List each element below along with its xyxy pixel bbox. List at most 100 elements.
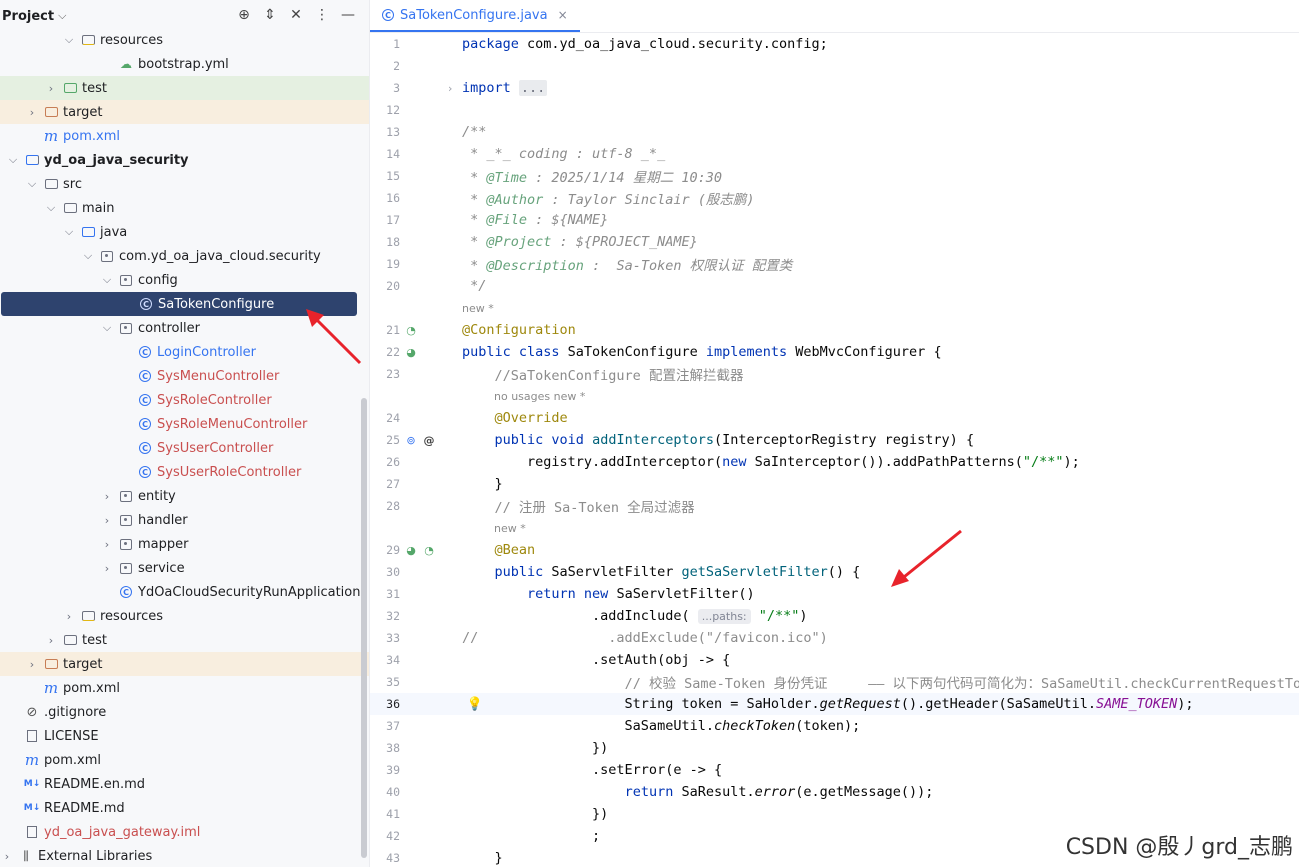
code-line[interactable]: 20 */: [370, 275, 1299, 297]
code-text[interactable]: .addInclude( ...paths: "/**"): [462, 608, 808, 624]
code-text[interactable]: }: [462, 476, 503, 492]
tree-item-yd-oa-java-gateway-iml[interactable]: yd_oa_java_gateway.iml: [0, 820, 369, 844]
code-text[interactable]: @Override: [462, 410, 568, 426]
chevron-right-icon[interactable]: ›: [100, 490, 114, 503]
code-text[interactable]: public SaServletFilter getSaServletFilte…: [462, 564, 861, 580]
code-text[interactable]: * @File : ${NAME}: [462, 212, 608, 228]
code-line[interactable]: 29 ◕ ◔ @Bean: [370, 539, 1299, 561]
inlay-hint-row[interactable]: no usages new *: [370, 385, 1299, 407]
code-line[interactable]: 33 // .addExclude("/favicon.ico"): [370, 627, 1299, 649]
inlay-hint-row[interactable]: new *: [370, 517, 1299, 539]
code-text[interactable]: public class SaTokenConfigure implements…: [462, 344, 942, 360]
code-text[interactable]: return new SaServletFilter(): [462, 586, 755, 602]
chevron-down-icon[interactable]: ⌵: [62, 225, 76, 239]
tree-item-java[interactable]: ⌵ java: [0, 220, 369, 244]
code-text[interactable]: * @Project : ${PROJECT_NAME}: [462, 234, 698, 250]
tree-item-src[interactable]: ⌵ src: [0, 172, 369, 196]
code-line[interactable]: 37 SaSameUtil.checkToken(token);: [370, 715, 1299, 737]
code-line[interactable]: 41 }): [370, 803, 1299, 825]
chevron-down-icon[interactable]: ⌵: [62, 33, 76, 47]
code-text[interactable]: .setAuth(obj -> {: [462, 652, 730, 668]
code-line[interactable]: 40 return SaResult.error(e.getMessage())…: [370, 781, 1299, 803]
chevron-down-icon[interactable]: ⌵: [6, 153, 20, 167]
code-line[interactable]: 39 .setError(e -> {: [370, 759, 1299, 781]
code-text[interactable]: * @Author : Taylor Sinclair (殷志鹏): [462, 188, 754, 208]
tree-item-entity[interactable]: › entity: [0, 484, 369, 508]
code-text[interactable]: * @Time : 2025/1/14 星期二 10:30: [462, 166, 722, 186]
tree-item-pom-xml[interactable]: m pom.xml: [0, 124, 369, 148]
code-line[interactable]: 32 .addInclude( ...paths: "/**"): [370, 605, 1299, 627]
spring-bean-icon[interactable]: ◔: [404, 323, 418, 337]
chevron-right-icon[interactable]: ›: [0, 850, 14, 863]
tree-item-service[interactable]: › service: [0, 556, 369, 580]
tree-item-config[interactable]: ⌵ config: [0, 268, 369, 292]
chevron-right-icon[interactable]: ›: [62, 610, 76, 623]
fold-chevron-icon[interactable]: ›: [448, 82, 452, 95]
inlay-hint-row[interactable]: new *: [370, 297, 1299, 319]
code-line[interactable]: 15 * @Time : 2025/1/14 星期二 10:30: [370, 165, 1299, 187]
code-text[interactable]: }: [462, 850, 503, 866]
code-text[interactable]: @Configuration: [462, 322, 576, 338]
spring-bean-icon[interactable]: ◔: [422, 543, 436, 557]
tree-item-sysusercontroller[interactable]: C SysUserController: [0, 436, 369, 460]
code-text[interactable]: import ...: [462, 80, 548, 96]
crosshair-icon[interactable]: ⊕: [235, 6, 253, 24]
chevron-down-icon[interactable]: ⌵: [100, 321, 114, 335]
code-text[interactable]: ;: [462, 828, 600, 844]
code-line[interactable]: 25 ⊚ @ public void addInterceptors(Interce…: [370, 429, 1299, 451]
code-text[interactable]: public void addInterceptors(InterceptorR…: [462, 432, 975, 448]
chevron-right-icon[interactable]: ›: [44, 634, 58, 647]
author-usage-hint[interactable]: no usages new *: [494, 390, 585, 403]
code-line[interactable]: 28 // 注册 Sa-Token 全局过滤器: [370, 495, 1299, 517]
code-line[interactable]: 23 //SaTokenConfigure 配置注解拦截器: [370, 363, 1299, 385]
tree-item-test[interactable]: › test: [0, 76, 369, 100]
spring-usages-icon[interactable]: ◕: [404, 543, 418, 557]
chevron-right-icon[interactable]: ›: [100, 514, 114, 527]
code-line[interactable]: 22 ◕ public class SaTokenConfigure impleme…: [370, 341, 1299, 363]
project-view-title[interactable]: Project: [2, 9, 54, 24]
code-line[interactable]: 24 @Override: [370, 407, 1299, 429]
tree-item-gitignore[interactable]: ⊘ .gitignore: [0, 700, 369, 724]
chevron-down-icon[interactable]: ⌵: [100, 273, 114, 287]
code-line[interactable]: 34 .setAuth(obj -> {: [370, 649, 1299, 671]
code-line[interactable]: 3 › import ...: [370, 77, 1299, 99]
chevron-right-icon[interactable]: ›: [44, 82, 58, 95]
code-text[interactable]: //SaTokenConfigure 配置注解拦截器: [462, 364, 744, 384]
chevron-down-icon[interactable]: ⌵: [81, 249, 95, 263]
code-line[interactable]: 36 💡 String token = SaHolder.getRequest()…: [370, 693, 1299, 715]
code-line[interactable]: 12: [370, 99, 1299, 121]
tree-item-pom-xml[interactable]: m pom.xml: [0, 748, 369, 772]
code-line[interactable]: 19 * @Description : Sa-Token 权限认证 配置类: [370, 253, 1299, 275]
implements-method-icon[interactable]: ⊚: [404, 433, 418, 447]
code-line[interactable]: 18 * @Project : ${PROJECT_NAME}: [370, 231, 1299, 253]
tree-item-yd-oa-java-security[interactable]: ⌵ yd_oa_java_security: [0, 148, 369, 172]
tab-satokenconfigure[interactable]: C SaTokenConfigure.java ×: [370, 0, 580, 32]
annotation-icon[interactable]: @: [422, 433, 436, 447]
code-line[interactable]: 14 * _*_ coding : utf-8 _*_: [370, 143, 1299, 165]
tree-item-readme-md[interactable]: M↓ README.md: [0, 796, 369, 820]
tree-item-bootstrap-yml[interactable]: ☁ bootstrap.yml: [0, 52, 369, 76]
code-line[interactable]: 30 public SaServletFilter getSaServletFi…: [370, 561, 1299, 583]
code-area[interactable]: 1 package com.yd_oa_java_cloud.security.c…: [370, 33, 1299, 867]
code-line[interactable]: 35 // 校验 Same-Token 身份凭证 —— 以下两句代码可简化为：S…: [370, 671, 1299, 693]
code-text[interactable]: * @Description : Sa-Token 权限认证 配置类: [462, 254, 792, 274]
code-line[interactable]: 31 return new SaServletFilter(): [370, 583, 1299, 605]
code-text[interactable]: */: [462, 278, 486, 294]
code-text[interactable]: registry.addInterceptor(new SaIntercepto…: [462, 454, 1080, 470]
expand-all-icon[interactable]: ⇕: [261, 6, 279, 24]
tree-item-sysuserrolecontroller[interactable]: C SysUserRoleController: [0, 460, 369, 484]
author-usage-hint[interactable]: new *: [462, 302, 494, 315]
chevron-down-icon[interactable]: ⌵: [44, 201, 58, 215]
code-text[interactable]: // 校验 Same-Token 身份凭证 —— 以下两句代码可简化为：SaSa…: [462, 672, 1299, 692]
tree-item-com-yd-oa-java-cloud-security[interactable]: ⌵ com.yd_oa_java_cloud.security: [0, 244, 369, 268]
code-text[interactable]: // 注册 Sa-Token 全局过滤器: [462, 496, 695, 516]
author-usage-hint[interactable]: new *: [494, 522, 526, 535]
chevron-right-icon[interactable]: ›: [25, 106, 39, 119]
code-text[interactable]: return SaResult.error(e.getMessage());: [462, 784, 934, 800]
tree-item-target[interactable]: › target: [0, 652, 369, 676]
code-line[interactable]: 27 }: [370, 473, 1299, 495]
code-text[interactable]: }): [462, 806, 608, 822]
tree-item-target[interactable]: › target: [0, 100, 369, 124]
code-line[interactable]: 2: [370, 55, 1299, 77]
close-tab-icon[interactable]: ×: [558, 8, 568, 22]
